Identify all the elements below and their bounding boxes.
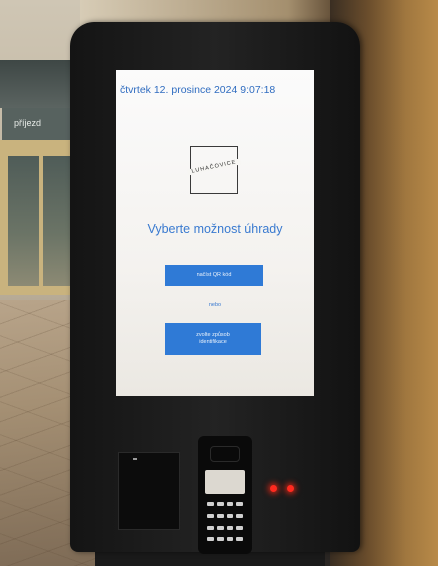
door-divider: [39, 156, 43, 286]
scan-qr-button[interactable]: načíst QR kód: [165, 265, 263, 286]
key[interactable]: [236, 513, 243, 518]
datetime-display: čtvrtek 12. prosince 2024 9:07:18: [120, 84, 276, 96]
status-led-icon: [287, 485, 294, 492]
terminal-card-reader: [210, 446, 240, 462]
key[interactable]: [207, 537, 214, 542]
key[interactable]: [216, 502, 224, 506]
key[interactable]: [236, 525, 243, 530]
key[interactable]: [236, 502, 243, 506]
terminal-keypad[interactable]: [205, 500, 245, 548]
door-sign-text: příjezd: [14, 118, 42, 128]
key[interactable]: [226, 537, 234, 542]
key[interactable]: [236, 537, 243, 542]
glass-panel: [0, 60, 80, 108]
page-title: Vyberte možnost úhrady: [147, 222, 283, 236]
key[interactable]: [207, 525, 214, 530]
choose-identification-label-1: zvolte způsob: [196, 331, 230, 338]
card-slot-icon[interactable]: [118, 452, 180, 530]
key[interactable]: [226, 525, 234, 530]
key[interactable]: [216, 537, 224, 542]
key[interactable]: [226, 502, 234, 506]
scan-qr-label: načíst QR kód: [196, 271, 232, 278]
key[interactable]: [216, 513, 224, 518]
key[interactable]: [207, 502, 214, 506]
or-separator: nebo: [208, 302, 222, 308]
terminal-display: [205, 470, 245, 494]
key[interactable]: [216, 525, 224, 530]
slot-indicator: [133, 458, 137, 460]
key[interactable]: [226, 513, 234, 518]
photo-scene: příjezd čtvrtek 12. prosince 2024 9:07:1…: [0, 0, 438, 566]
choose-identification-button[interactable]: zvolte způsob identifikace: [165, 323, 261, 355]
choose-identification-label-2: identifikace: [199, 339, 227, 345]
key[interactable]: [207, 513, 214, 518]
door-sign: příjezd: [2, 108, 80, 140]
status-led-icon: [270, 485, 277, 492]
